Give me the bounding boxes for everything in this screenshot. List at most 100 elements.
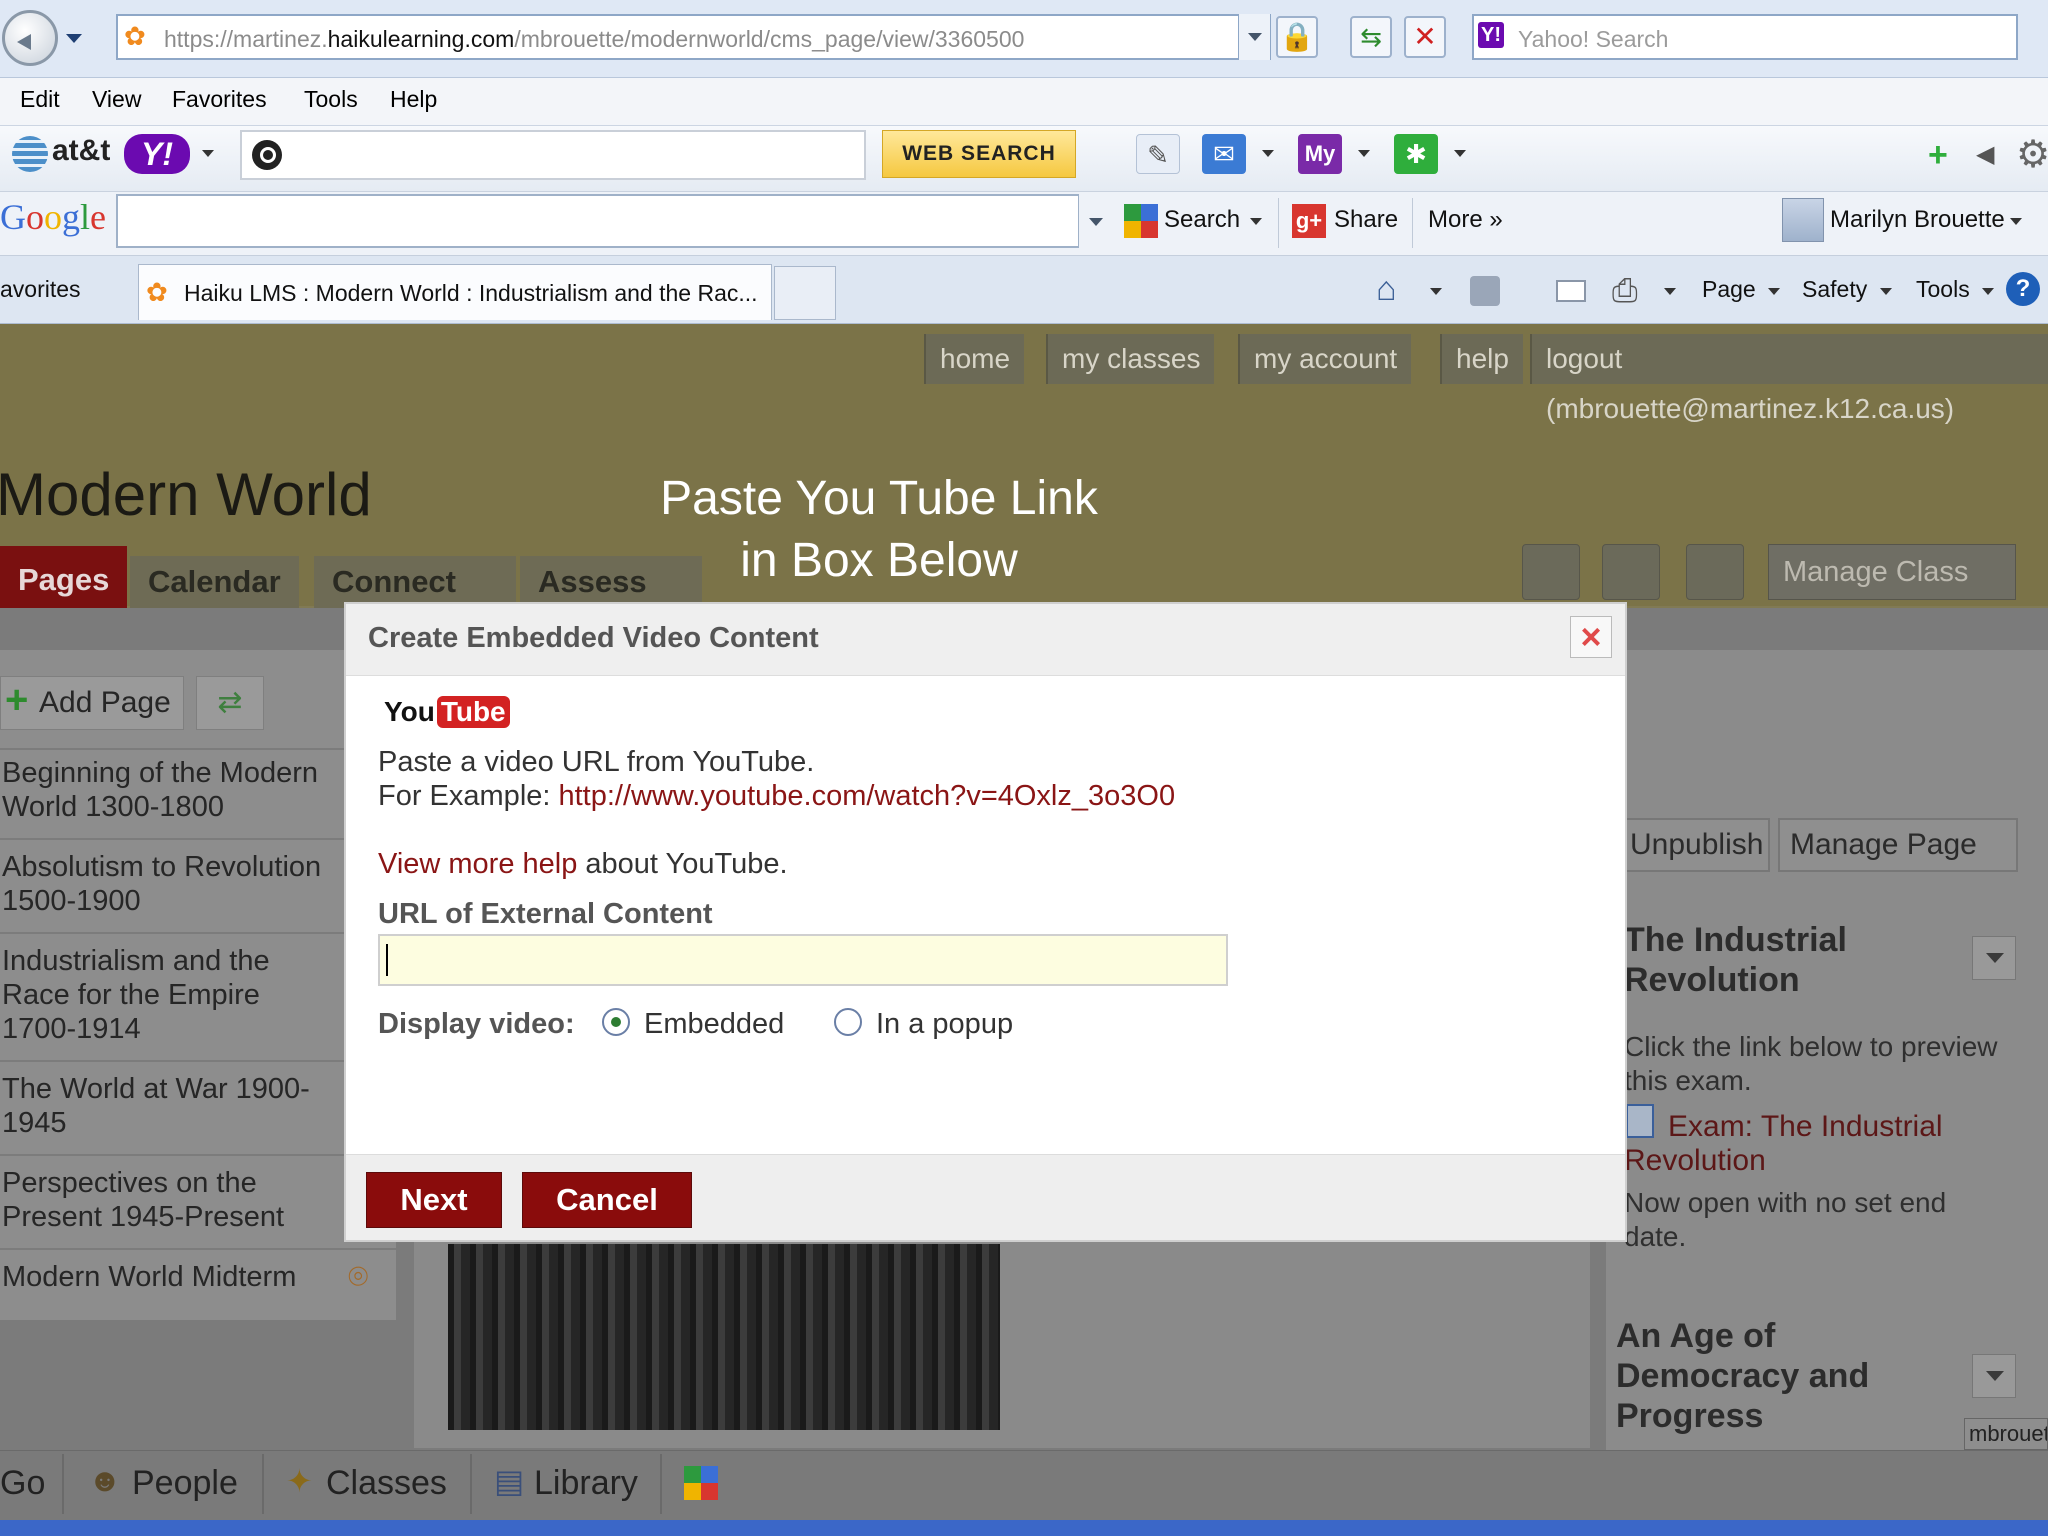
menu-help[interactable]: Help xyxy=(390,86,437,113)
google-apps-icon[interactable] xyxy=(684,1466,718,1500)
sidebar-page-link[interactable]: Perspectives on the Present 1945-Present xyxy=(2,1166,322,1234)
separator xyxy=(262,1454,264,1514)
yahoo-menu-dropdown-icon[interactable] xyxy=(202,150,214,157)
my-yahoo-dropdown-icon[interactable] xyxy=(1358,150,1370,157)
dialog-intro-text: Paste a video URL from YouTube. xyxy=(378,746,815,778)
new-tab-button[interactable] xyxy=(774,266,836,320)
tab-connect[interactable]: Connect xyxy=(314,556,516,608)
divider xyxy=(0,1248,396,1250)
manage-page-button[interactable]: Manage Page xyxy=(1778,818,2018,872)
menu-view[interactable]: View xyxy=(92,86,141,113)
sidebar-page-link[interactable]: Beginning of the Modern World 1300-1800 xyxy=(2,756,338,824)
lock-icon[interactable]: 🔒 xyxy=(1276,16,1318,58)
asterisk-app-icon[interactable]: ✱ xyxy=(1394,134,1438,174)
favorites-label[interactable]: avorites xyxy=(0,276,81,303)
google-share-button[interactable]: Share xyxy=(1334,206,1398,234)
sidebar-page-link[interactable]: The World at War 1900-1945 xyxy=(2,1072,338,1140)
google-share-icon[interactable]: g+ xyxy=(1292,204,1326,238)
topnav-my-account[interactable]: my account xyxy=(1238,334,1412,384)
stop-icon[interactable]: ✕ xyxy=(1404,16,1446,58)
windows-taskbar xyxy=(0,1520,2048,1536)
att-search-input[interactable] xyxy=(240,130,866,180)
print-icon[interactable]: ⎙ xyxy=(1612,272,1638,310)
mail-icon[interactable]: ✉ xyxy=(1202,134,1246,174)
app-dropdown-icon[interactable] xyxy=(1454,150,1466,157)
sidebar-page-link[interactable]: Modern World Midterm xyxy=(2,1260,322,1294)
sidebar-page-link[interactable]: Absolutism to Revolution 1500-1900 xyxy=(2,850,342,918)
google-user-name[interactable]: Marilyn Brouette xyxy=(1830,206,2005,234)
add-button-icon[interactable]: + xyxy=(1928,136,1948,175)
yahoo-search-icon: Y! xyxy=(1478,22,1504,48)
history-dropdown-icon[interactable] xyxy=(66,34,82,43)
help-icon[interactable]: ? xyxy=(2006,272,2040,306)
edit-toolbar-icon[interactable]: ✎ xyxy=(1136,134,1180,174)
manage-class-button[interactable]: Manage Class xyxy=(1768,544,2016,600)
radio-popup-label[interactable]: In a popup xyxy=(876,1008,1013,1041)
google-search-dropdown-icon[interactable] xyxy=(1250,218,1262,225)
bottom-nav-go[interactable]: Go xyxy=(0,1464,45,1503)
print-dropdown-icon[interactable] xyxy=(1664,288,1676,295)
google-search-input[interactable] xyxy=(116,194,1112,248)
tools-dropdown-icon[interactable] xyxy=(1982,288,1994,295)
address-dropdown-button[interactable] xyxy=(1238,14,1270,60)
feeds-icon[interactable] xyxy=(1470,276,1500,306)
sidebar-page-link[interactable]: Industrialism and the Race for the Empir… xyxy=(2,944,302,1046)
google-search-button[interactable]: Search xyxy=(1164,206,1240,234)
web-search-button[interactable]: WEB SEARCH xyxy=(882,130,1076,178)
exam-link[interactable]: Exam: The Industrial Revolution xyxy=(1624,1110,2014,1178)
home-dropdown-icon[interactable] xyxy=(1430,288,1442,295)
refresh-icon[interactable]: ⇆ xyxy=(1350,16,1392,58)
dialog-close-button[interactable]: × xyxy=(1570,616,1612,658)
menu-favorites[interactable]: Favorites xyxy=(172,86,267,113)
back-button[interactable] xyxy=(2,10,58,66)
add-page-button[interactable]: Add Page xyxy=(0,674,184,730)
google-more-button[interactable]: More » xyxy=(1428,206,1503,234)
bell-icon[interactable] xyxy=(1602,544,1660,600)
page-menu[interactable]: Page xyxy=(1702,276,1756,303)
url-text[interactable]: https://martinez.haikulearning.com/mbrou… xyxy=(164,26,1024,53)
bottom-nav-library[interactable]: Library xyxy=(534,1464,638,1503)
safety-dropdown-icon[interactable] xyxy=(1880,288,1892,295)
settings-gear-icon[interactable]: ⚙ xyxy=(2016,132,2048,177)
google-search-icon[interactable] xyxy=(1124,204,1158,238)
home-icon[interactable]: ⌂ xyxy=(1376,270,1397,309)
tab-pages[interactable]: Pages xyxy=(0,546,128,608)
yahoo-logo-button[interactable]: Y! xyxy=(124,134,190,174)
safety-menu[interactable]: Safety xyxy=(1802,276,1867,303)
read-mail-icon[interactable] xyxy=(1556,280,1586,302)
url-field-label: URL of External Content xyxy=(378,898,713,930)
unpublish-button[interactable]: Unpublish xyxy=(1618,818,1770,872)
page-dropdown-icon[interactable] xyxy=(1768,288,1780,295)
palette-icon[interactable] xyxy=(1686,544,1744,600)
topnav-my-classes[interactable]: my classes xyxy=(1046,334,1215,384)
example-url-link[interactable]: http://www.youtube.com/watch?v=4Oxlz_3o3… xyxy=(559,780,1176,812)
globe-icon[interactable] xyxy=(1522,544,1580,600)
mail-dropdown-icon[interactable] xyxy=(1262,150,1274,157)
radio-popup[interactable] xyxy=(834,1008,862,1036)
external-url-input[interactable] xyxy=(378,934,1228,986)
panel-title-age-of-democracy: An Age of Democracy and Progress xyxy=(1616,1317,1870,1435)
tab-assess[interactable]: Assess xyxy=(520,556,702,608)
topnav-home[interactable]: home xyxy=(924,334,1025,384)
view-more-help-link[interactable]: View more help xyxy=(378,848,577,880)
user-dropdown-icon[interactable] xyxy=(2010,218,2022,225)
bottom-nav-classes[interactable]: Classes xyxy=(326,1464,447,1503)
next-button[interactable]: Next xyxy=(366,1172,502,1228)
reorder-pages-icon[interactable]: ⇄ xyxy=(196,676,264,730)
bottom-nav-people[interactable]: People xyxy=(132,1464,238,1503)
topnav-help[interactable]: help xyxy=(1440,334,1523,384)
cancel-button[interactable]: Cancel xyxy=(522,1172,692,1228)
menu-edit[interactable]: Edit xyxy=(20,86,60,113)
site-favicon-icon: ✿ xyxy=(124,21,146,51)
radio-embedded-label[interactable]: Embedded xyxy=(644,1008,784,1041)
google-search-dropdown[interactable] xyxy=(1078,194,1112,248)
tools-menu[interactable]: Tools xyxy=(1916,276,1970,303)
topnav-logout[interactable]: logout (mbrouette@martinez.k12.ca.us) xyxy=(1530,334,2048,424)
panel-collapse-button[interactable] xyxy=(1972,936,2016,980)
radio-embedded[interactable] xyxy=(602,1008,630,1036)
menu-tools[interactable]: Tools xyxy=(304,86,358,113)
tab-calendar[interactable]: Calendar xyxy=(130,556,299,608)
panel-collapse-button[interactable] xyxy=(1972,1354,2016,1398)
my-yahoo-icon[interactable]: My xyxy=(1298,134,1342,174)
scroll-left-icon[interactable]: ◀ xyxy=(1976,140,1994,169)
